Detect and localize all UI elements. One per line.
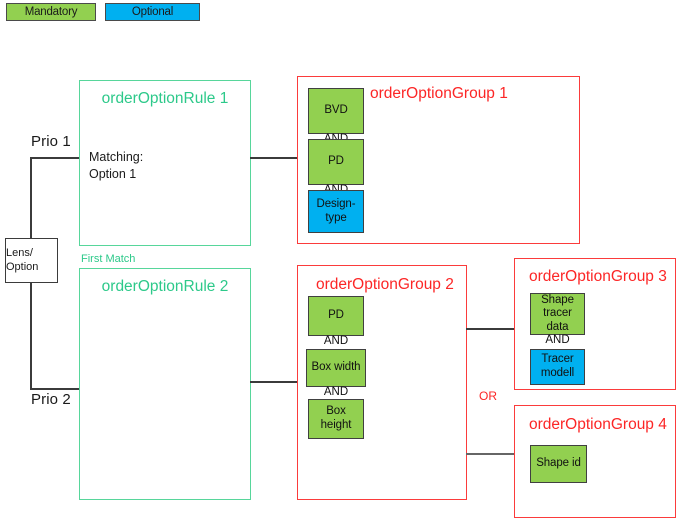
order-option-rule-1[interactable]: orderOptionRule 1 Matching: Option 1 (79, 80, 251, 246)
root-node-lens-option[interactable]: Lens/ Option (5, 238, 58, 283)
option-chip-box-height[interactable]: Box height (308, 399, 364, 439)
order-option-group-4-title: orderOptionGroup 4 (529, 416, 667, 434)
option-chip-tracer-modell[interactable]: Tracer modell (530, 349, 585, 385)
order-option-group-2-title: orderOptionGroup 2 (316, 276, 454, 294)
option-chip-design-type[interactable]: Design- type (308, 190, 364, 233)
option-chip-shape-tracer-data-label: Shape tracer data (541, 294, 574, 335)
option-chip-bvd[interactable]: BVD (308, 88, 364, 134)
order-option-rule-1-title: orderOptionRule 1 (80, 90, 250, 108)
connector-rule1-group1 (250, 157, 298, 159)
option-chip-pd-g1[interactable]: PD (308, 139, 364, 185)
option-chip-shape-id-label: Shape id (536, 457, 581, 471)
option-chip-design-type-label: Design- type (317, 198, 356, 225)
option-chip-pd-g2[interactable]: PD (308, 296, 364, 336)
option-chip-box-width[interactable]: Box width (306, 349, 366, 387)
branch-label-prio-1: Prio 1 (31, 133, 71, 150)
connector-group2-group3 (466, 328, 515, 330)
root-stem-upper (30, 157, 32, 239)
option-chip-box-width-label: Box width (312, 361, 361, 375)
connector-rule2-group2 (250, 381, 298, 383)
operator-or: OR (479, 389, 497, 403)
order-option-rule-2-title: orderOptionRule 2 (80, 278, 250, 296)
operator-and-g3-1: AND (530, 334, 585, 346)
first-match-label: First Match (81, 253, 135, 265)
option-chip-shape-tracer-data[interactable]: Shape tracer data (530, 293, 585, 335)
operator-and-g2-2: AND (308, 386, 364, 398)
option-chip-pd-g1-label: PD (328, 155, 344, 169)
option-chip-tracer-modell-label: Tracer modell (541, 353, 574, 380)
order-option-group-1-title: orderOptionGroup 1 (370, 85, 508, 103)
option-chip-shape-id[interactable]: Shape id (530, 445, 587, 483)
branch-label-prio-2: Prio 2 (31, 391, 71, 408)
legend-optional-label: Optional (132, 6, 173, 18)
root-stem-lower (30, 282, 32, 389)
legend-mandatory-label: Mandatory (25, 6, 78, 18)
operator-and-g2-1: AND (308, 335, 364, 347)
option-chip-pd-g2-label: PD (328, 309, 344, 323)
option-chip-bvd-label: BVD (324, 104, 347, 118)
branch-connector-prio-2 (30, 388, 79, 390)
branch-connector-prio-1 (30, 157, 79, 159)
order-option-group-3-title: orderOptionGroup 3 (529, 268, 667, 286)
legend-optional: Optional (105, 3, 200, 21)
order-option-rule-2[interactable]: orderOptionRule 2 (79, 268, 251, 500)
connector-group2-group4 (466, 453, 515, 455)
option-chip-box-height-label: Box height (321, 405, 352, 432)
diagram-canvas: Mandatory Optional Lens/ Option Prio 1 P… (0, 0, 681, 525)
order-option-rule-1-body: Matching: Option 1 (89, 149, 143, 183)
legend-mandatory: Mandatory (6, 3, 96, 21)
root-node-label: Lens/ Option (6, 247, 57, 275)
